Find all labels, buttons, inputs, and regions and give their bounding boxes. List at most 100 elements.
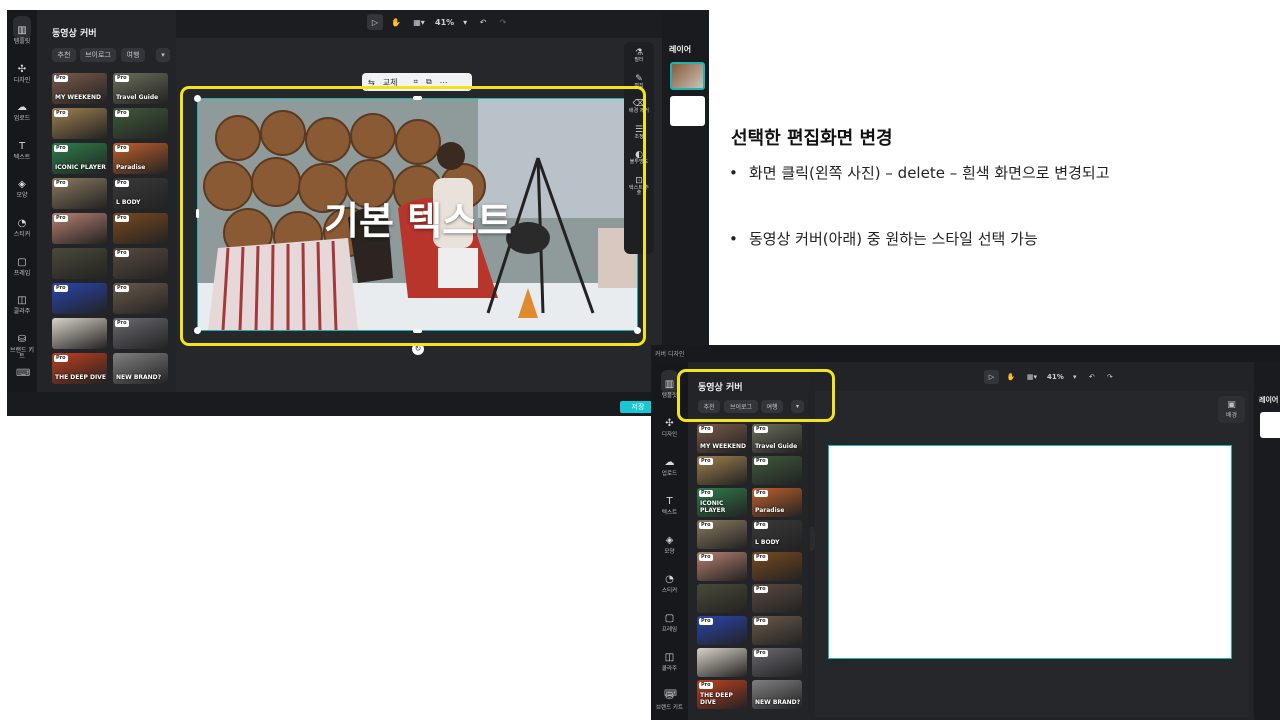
cover-template-thumb[interactable]: Pro (113, 318, 168, 349)
sidebar-item-frame[interactable]: ▢ 프레임 (661, 604, 678, 634)
cover-template-thumb[interactable]: Pro Travel Guide (113, 73, 168, 104)
cover-template-thumb[interactable]: Pro L BODY (113, 178, 168, 209)
layer-thumb-photo[interactable] (670, 62, 705, 90)
cover-template-thumb[interactable]: NEW BRAND? (113, 353, 168, 384)
cover-template-thumb[interactable]: Pro (752, 648, 802, 677)
layer-thumb-background[interactable] (670, 96, 705, 126)
zoom-dropdown-icon[interactable]: ▾ (460, 18, 470, 27)
resize-handle-n[interactable] (413, 96, 422, 100)
resize-handle-sw[interactable] (194, 327, 201, 334)
cover-template-thumb[interactable]: Pro ICONIC PLAYER (697, 488, 747, 517)
cover-template-thumb[interactable]: Pro (52, 283, 107, 314)
cover-template-thumb[interactable]: Pro Travel Guide (752, 424, 802, 453)
sidebar-item-frame[interactable]: ▢ 프레임 (13, 248, 31, 278)
tool-adjust[interactable]: ☰ 조정 (634, 125, 643, 141)
keyboard-icon[interactable]: ⌨ (664, 689, 677, 699)
sidebar-item-brand-kit[interactable]: ⛁ 브랜드 키트 (8, 325, 36, 361)
resize-handle-s[interactable] (413, 329, 422, 333)
cover-template-thumb[interactable]: Pro THE DEEP DIVE (697, 680, 747, 709)
more-options-icon[interactable]: ⋯ (440, 78, 448, 87)
cover-template-thumb[interactable]: Pro (752, 552, 802, 581)
rotate-handle-icon[interactable]: ↻ (412, 343, 424, 355)
keyboard-icon[interactable]: ⌨ (16, 368, 30, 379)
redo-icon[interactable]: ↷ (496, 18, 510, 27)
hand-tool-icon[interactable]: ✋ (1005, 370, 1017, 384)
select-pointer-icon[interactable]: ▷ (984, 370, 999, 384)
undo-icon[interactable]: ↶ (1086, 373, 1098, 381)
zoom-level[interactable]: 41% (435, 18, 454, 27)
layout-icon[interactable]: ▦▾ (409, 14, 429, 30)
hand-tool-icon[interactable]: ✋ (389, 14, 403, 30)
sidebar-item-collage[interactable]: ◫ 콜라주 (13, 286, 31, 316)
undo-icon[interactable]: ↶ (476, 18, 490, 27)
canvas-blank[interactable] (828, 445, 1232, 659)
layout-icon[interactable]: ▦▾ (1023, 370, 1041, 384)
zoom-level[interactable]: 41% (1047, 373, 1064, 381)
chip-vlog[interactable]: 브이로그 (80, 48, 116, 62)
copy-icon[interactable]: ⧉ (426, 77, 432, 87)
cover-template-thumb[interactable] (697, 584, 747, 613)
chip-vlog[interactable]: 브이로그 (724, 400, 758, 413)
resize-handle-se[interactable] (634, 327, 641, 334)
sidebar-item-shape[interactable]: ◈ 모양 (662, 526, 678, 556)
sidebar-item-sticker[interactable]: ◔ 스티커 (661, 565, 678, 595)
cover-template-thumb[interactable]: Pro (52, 213, 107, 244)
cover-template-thumb[interactable]: Pro (697, 520, 747, 549)
crop-icon[interactable]: ⌗ (413, 77, 418, 87)
layer-thumb-background[interactable] (1260, 412, 1280, 438)
sidebar-item-text[interactable]: T 텍스트 (662, 487, 677, 517)
cover-template-thumb[interactable]: Pro (113, 108, 168, 139)
cover-template-thumb[interactable]: Pro L BODY (752, 520, 802, 549)
sidebar-item-design[interactable]: ✣ 디자인 (661, 409, 677, 439)
sidebar-item-upload[interactable]: ☁ 업로드 (13, 93, 31, 123)
cover-template-thumb[interactable]: Pro (52, 108, 107, 139)
chip-more-dropdown[interactable]: ▾ (791, 400, 804, 413)
cover-template-thumb[interactable]: Pro Paradise (752, 488, 802, 517)
cover-template-thumb[interactable]: Pro (113, 213, 168, 244)
replace-button[interactable]: 교체 (383, 77, 398, 88)
chip-more-dropdown[interactable]: ▾ (156, 48, 170, 62)
redo-icon[interactable]: ↷ (1104, 373, 1116, 381)
sidebar-item-upload[interactable]: ☁ 업로드 (661, 448, 679, 478)
sidebar-item-collage[interactable]: ◫ 콜라주 (661, 643, 678, 673)
tool-text-extract[interactable]: ⊡ 텍스트 추출 (627, 176, 651, 197)
tool-edit[interactable]: ✎ 편집 (634, 74, 643, 90)
replace-icon[interactable]: ⇆ (368, 78, 375, 87)
cover-template-thumb[interactable]: Pro (752, 616, 802, 645)
chip-travel[interactable]: 여행 (121, 48, 145, 62)
background-button[interactable]: ▣ 배경 (1218, 396, 1245, 423)
zoom-dropdown-icon[interactable]: ▾ (1070, 373, 1080, 381)
tool-opacity[interactable]: ◐ 불투명도 (630, 150, 648, 166)
chip-travel[interactable]: 여행 (761, 400, 783, 413)
sidebar-item-design[interactable]: ✣ 디자인 (14, 55, 31, 85)
cover-template-thumb[interactable]: Pro (113, 283, 168, 314)
resize-handle-w[interactable] (196, 209, 199, 218)
cover-template-thumb[interactable]: Pro (697, 456, 747, 485)
cover-template-thumb[interactable]: Pro (697, 552, 747, 581)
cover-template-thumb[interactable]: Pro MY WEEKEND (697, 424, 747, 453)
cover-template-thumb[interactable]: Pro (752, 456, 802, 485)
cover-template-thumb[interactable]: Pro THE DEEP DIVE (52, 353, 107, 384)
cover-template-thumb[interactable]: Pro ICONIC PLAYER (52, 143, 107, 174)
tool-remove-bg[interactable]: ⌫ 배경 제거 (629, 99, 649, 115)
cover-template-thumb[interactable]: Pro (52, 178, 107, 209)
cover-template-thumb[interactable]: Pro (697, 616, 747, 645)
sidebar-item-shape[interactable]: ◈ 모양 (14, 170, 30, 200)
chip-recommended[interactable]: 추천 (52, 48, 76, 62)
cover-template-thumb[interactable]: Pro (752, 584, 802, 613)
sidebar-item-text[interactable]: T 텍스트 (14, 132, 31, 162)
sidebar-item-template[interactable]: ▥ 템플릿 (660, 370, 679, 399)
cover-template-thumb[interactable]: NEW BRAND? (752, 680, 802, 709)
sidebar-item-template[interactable]: ▥ 템플릿 (13, 16, 31, 46)
cover-template-thumb[interactable]: Pro Paradise (113, 143, 168, 174)
select-pointer-icon[interactable]: ▷ (367, 14, 383, 30)
cover-template-thumb[interactable]: Pro MY WEEKEND (52, 73, 107, 104)
chip-recommended[interactable]: 추천 (698, 400, 720, 413)
resize-handle-nw[interactable] (194, 95, 201, 102)
cover-template-thumb[interactable] (52, 248, 107, 279)
cover-template-thumb[interactable] (697, 648, 747, 677)
cover-template-thumb[interactable] (52, 318, 107, 349)
tool-filter[interactable]: ⚗ 필터 (634, 48, 643, 64)
cover-template-thumb[interactable]: Pro (113, 248, 168, 279)
sidebar-item-sticker[interactable]: ◔ 스티커 (14, 209, 31, 239)
